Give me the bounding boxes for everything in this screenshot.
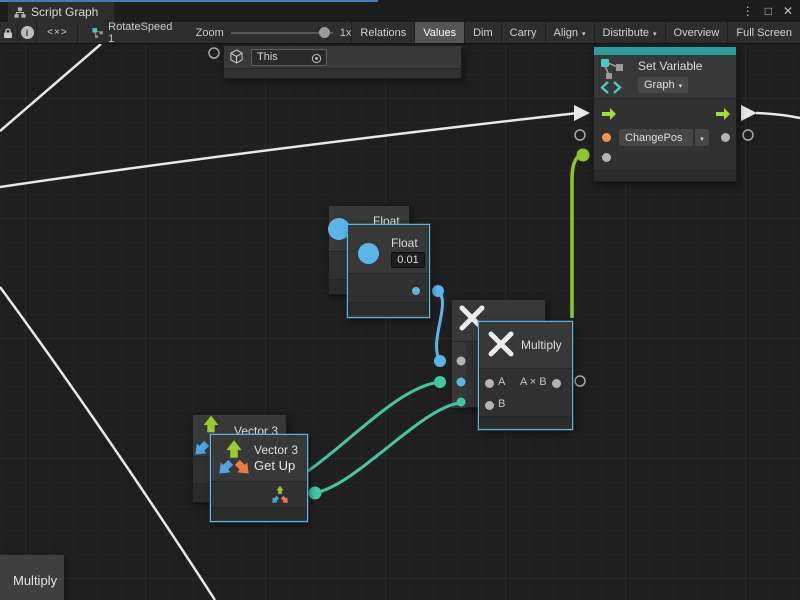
tab-label: Script Graph bbox=[31, 5, 98, 19]
preview-code-button[interactable]: <×> bbox=[37, 22, 78, 43]
float-value-wire[interactable] bbox=[437, 291, 443, 361]
port-gutter bbox=[452, 342, 466, 408]
input-b-port[interactable] bbox=[485, 401, 494, 410]
info-icon: i bbox=[21, 26, 34, 39]
window-close-icon[interactable]: ✕ bbox=[783, 4, 793, 18]
tab-bar: Script Graph ⋮ □ ✕ bbox=[0, 0, 800, 22]
zoom-slider-handle[interactable] bbox=[319, 27, 330, 38]
cube-icon bbox=[229, 49, 244, 64]
chevron-down-icon: ▾ bbox=[653, 30, 657, 38]
set-variable-node[interactable]: Set Variable Graph ▾ ChangePos ▾ bbox=[593, 46, 737, 182]
lock-button[interactable] bbox=[0, 22, 18, 43]
float-icon bbox=[358, 243, 379, 264]
window-menu-icon[interactable]: ⋮ bbox=[742, 4, 754, 18]
relations-button[interactable]: Relations bbox=[351, 22, 414, 43]
vector3-value-wire[interactable] bbox=[308, 382, 440, 471]
zoom-label: Zoom bbox=[196, 27, 224, 39]
overview-button[interactable]: Overview bbox=[665, 22, 728, 43]
code-icon: <×> bbox=[47, 27, 68, 38]
graph-canvas[interactable]: Float Vector 3 bbox=[0, 44, 800, 600]
vector3-value-wire[interactable] bbox=[315, 403, 459, 493]
flow-wire-out-of-set-variable[interactable] bbox=[756, 113, 800, 118]
inspect-button[interactable]: i bbox=[18, 22, 38, 43]
carry-button[interactable]: Carry bbox=[501, 22, 545, 43]
float-output-port[interactable] bbox=[412, 287, 420, 295]
graph-toolbar: i <×> RotateSpeed 1 Zoom 1x Relations Va… bbox=[0, 22, 800, 44]
port-label-b: B bbox=[498, 398, 505, 410]
window-maximize-icon[interactable]: □ bbox=[765, 4, 772, 18]
node-subtitle: Get Up bbox=[254, 458, 295, 473]
flow-arrow bbox=[741, 105, 757, 121]
full-screen-button[interactable]: Full Screen bbox=[727, 22, 800, 43]
multiply-result-wire[interactable] bbox=[572, 155, 583, 318]
node-tooltip: Multiply bbox=[0, 555, 64, 600]
zoom-value: 1x bbox=[340, 27, 352, 39]
multiply-x-icon bbox=[487, 330, 515, 358]
graph-hierarchy-icon bbox=[14, 6, 26, 19]
float-value-input[interactable]: 0.01 bbox=[391, 252, 425, 268]
multiply-node[interactable]: Multiply A A × B B bbox=[478, 321, 573, 430]
chevron-down-icon: ▾ bbox=[700, 135, 704, 143]
wire-endpoint bbox=[434, 376, 446, 388]
port-label-a: A bbox=[498, 376, 505, 388]
wire-endpoint bbox=[432, 285, 444, 297]
values-button[interactable]: Values bbox=[414, 22, 464, 43]
node-title: Vector 3 bbox=[254, 443, 298, 457]
chevron-down-icon: ▾ bbox=[582, 30, 586, 38]
chevron-down-icon: ▾ bbox=[679, 82, 683, 90]
set-variable-icon bbox=[600, 58, 626, 94]
vector3-arrows-icon bbox=[215, 437, 255, 479]
port-hollow[interactable] bbox=[743, 130, 753, 140]
node-title: Float bbox=[391, 236, 418, 250]
input-value-port[interactable] bbox=[602, 153, 611, 162]
port-hollow[interactable] bbox=[575, 130, 585, 140]
wire-endpoint bbox=[577, 149, 590, 162]
dim-button[interactable]: Dim bbox=[464, 22, 501, 43]
variable-name-port[interactable] bbox=[602, 133, 611, 142]
zoom-control: Zoom 1x bbox=[196, 22, 352, 43]
node-title: Set Variable bbox=[638, 59, 702, 73]
flow-out-arrow-icon[interactable] bbox=[715, 107, 731, 121]
flow-wire-into-set-variable[interactable] bbox=[0, 113, 578, 187]
input-a-port[interactable] bbox=[485, 379, 494, 388]
port-label-out: A × B bbox=[520, 376, 547, 388]
window-controls: ⋮ □ ✕ bbox=[742, 0, 793, 22]
view-buttons: Relations Values Dim Carry Align▾ Distri… bbox=[351, 22, 800, 43]
script-graph-asset-icon bbox=[92, 27, 103, 39]
variable-kind-dropdown[interactable]: Graph ▾ bbox=[638, 77, 688, 93]
align-button[interactable]: Align▾ bbox=[545, 22, 594, 43]
variable-name-caret-button[interactable]: ▾ bbox=[695, 129, 709, 146]
variable-name-dropdown[interactable]: ChangePos bbox=[619, 129, 693, 146]
flow-wire[interactable] bbox=[0, 44, 101, 131]
port-hollow[interactable] bbox=[209, 48, 219, 58]
wire-endpoint bbox=[434, 355, 446, 367]
vector3-output-icon[interactable] bbox=[269, 484, 291, 506]
output-value-port[interactable] bbox=[721, 133, 730, 142]
tab-script-graph[interactable]: Script Graph bbox=[8, 2, 114, 22]
lock-icon bbox=[2, 27, 14, 39]
game-object-field[interactable]: This bbox=[251, 49, 327, 66]
float-node[interactable]: Float 0.01 bbox=[347, 224, 430, 318]
output-port[interactable] bbox=[552, 379, 561, 388]
breadcrumb[interactable]: RotateSpeed 1 bbox=[92, 22, 173, 43]
distribute-button[interactable]: Distribute▾ bbox=[594, 22, 665, 43]
zoom-slider[interactable] bbox=[231, 32, 333, 34]
node-category-bar bbox=[594, 47, 736, 55]
port-hollow[interactable] bbox=[575, 376, 585, 386]
vector3-get-up-node[interactable]: Vector 3 Get Up bbox=[210, 434, 308, 522]
script-graph-window: Script Graph ⋮ □ ✕ i <×> bbox=[0, 0, 800, 600]
this-node[interactable]: This bbox=[223, 45, 462, 79]
node-title: Multiply bbox=[521, 338, 562, 352]
wire-endpoint bbox=[309, 487, 322, 500]
object-picker-icon[interactable] bbox=[311, 53, 322, 64]
breadcrumb-label: RotateSpeed 1 bbox=[108, 21, 174, 45]
flow-arrow bbox=[574, 105, 590, 121]
flow-wire[interactable] bbox=[0, 287, 215, 600]
flow-in-arrow-icon[interactable] bbox=[601, 107, 617, 121]
